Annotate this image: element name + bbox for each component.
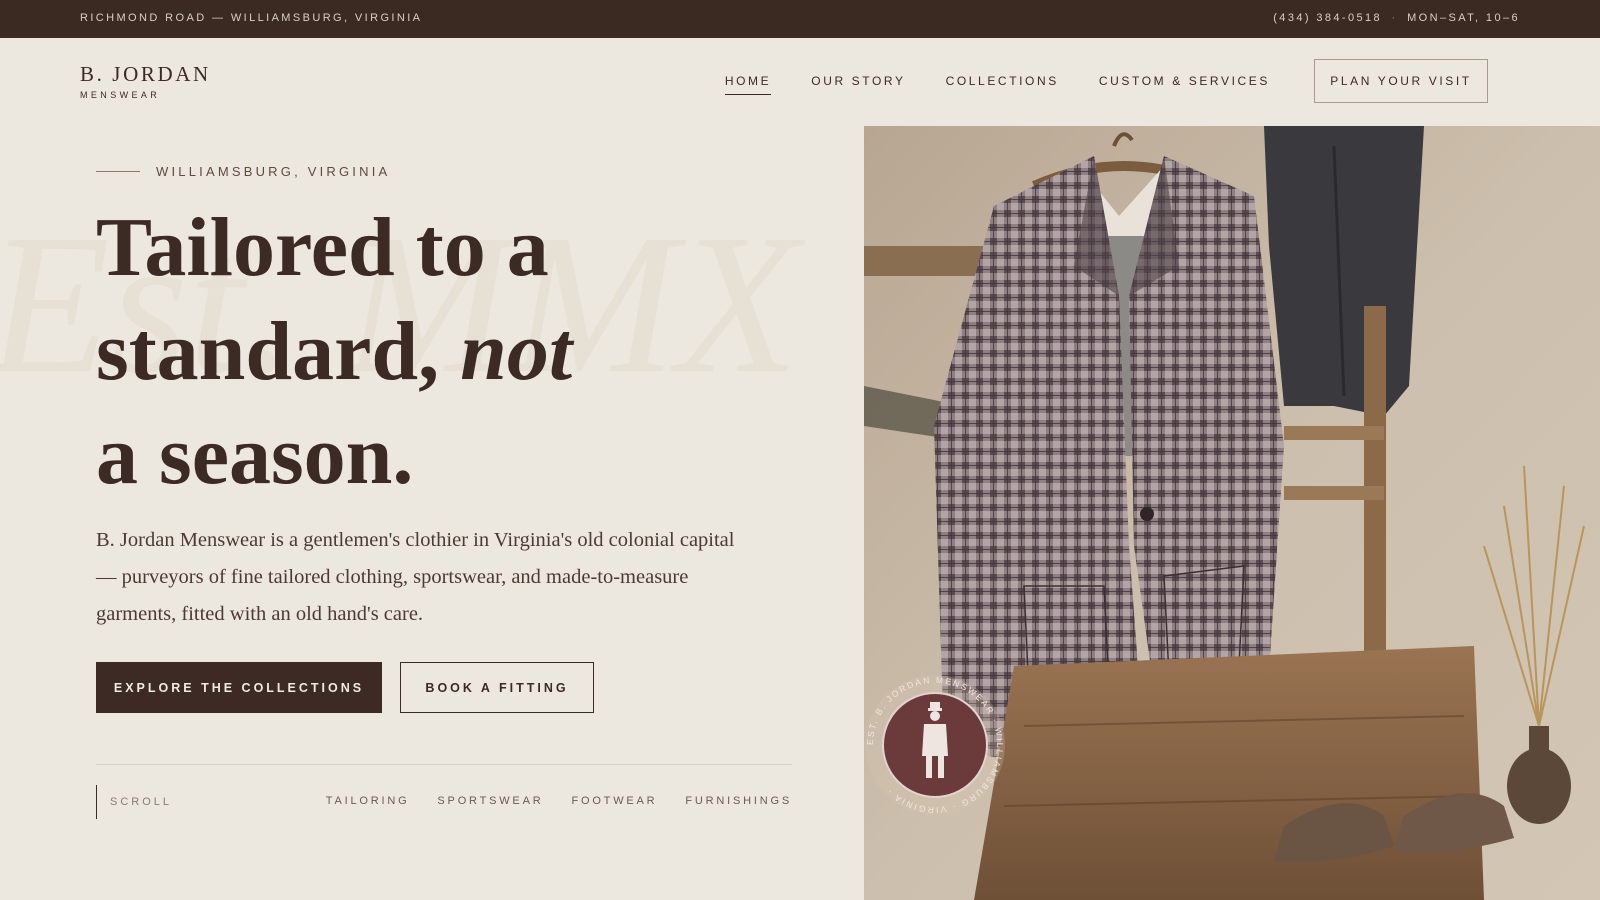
headline-line-2: standard, xyxy=(96,305,461,398)
brand-name: B. JORDAN xyxy=(80,62,211,86)
brand-logo[interactable]: B. JORDAN MENSWEAR xyxy=(80,62,211,100)
category-links: TAILORING SPORTSWEAR FOOTWEAR FURNISHING… xyxy=(298,795,792,807)
opening-hours: MON–SAT, 10–6 xyxy=(1407,12,1520,24)
hero-intro-text: B. Jordan Menswear is a gentlemen's clot… xyxy=(96,529,735,625)
top-info-bar: RICHMOND ROAD — WILLIAMSBURG, VIRGINIA (… xyxy=(0,0,1600,38)
category-footwear[interactable]: FOOTWEAR xyxy=(571,795,657,807)
headline-emphasis: not xyxy=(460,305,573,398)
category-sportswear[interactable]: SPORTSWEAR xyxy=(437,795,543,807)
scroll-indicator[interactable]: SCROLL xyxy=(96,785,172,819)
main-nav: HOME OUR STORY COLLECTIONS CUSTOM & SERV… xyxy=(685,74,1270,95)
nav-custom-services[interactable]: CUSTOM & SERVICES xyxy=(1099,74,1270,95)
hero-eyebrow: WILLIAMSBURG, VIRGINIA xyxy=(96,164,390,179)
book-fitting-button[interactable]: BOOK A FITTING xyxy=(400,662,594,713)
hero-headline: Tailored to a standard, not a season. xyxy=(96,196,816,508)
category-tailoring[interactable]: TAILORING xyxy=(326,795,410,807)
separator-dot: · xyxy=(1391,12,1398,24)
headline-line-1: Tailored to a xyxy=(96,201,549,294)
category-furnishings[interactable]: FURNISHINGS xyxy=(685,795,792,807)
explore-collections-button[interactable]: EXPLORE THE COLLECTIONS xyxy=(96,662,382,713)
headline-line-3: a season. xyxy=(96,409,414,502)
heritage-badge: EST. B. JORDAN MENSWEAR · WILLIAMSBURG ·… xyxy=(864,674,1006,816)
brand-subtitle: MENSWEAR xyxy=(80,90,161,100)
hero-divider xyxy=(96,764,792,765)
site-header: B. JORDAN MENSWEAR HOME OUR STORY COLLEC… xyxy=(0,38,1600,126)
eyebrow-rule xyxy=(96,171,140,172)
plan-visit-button[interactable]: PLAN YOUR VISIT xyxy=(1314,59,1488,103)
badge-emblem: EST. B. JORDAN MENSWEAR · WILLIAMSBURG ·… xyxy=(865,675,1005,815)
phone-number[interactable]: (434) 384-0518 xyxy=(1273,12,1382,24)
nav-our-story[interactable]: OUR STORY xyxy=(811,74,905,95)
contact-hours: (434) 384-0518 · MON–SAT, 10–6 xyxy=(1273,12,1520,24)
nav-home[interactable]: HOME xyxy=(724,74,772,95)
eyebrow-location: WILLIAMSBURG, VIRGINIA xyxy=(156,164,391,179)
nav-collections[interactable]: COLLECTIONS xyxy=(946,74,1059,95)
store-address: RICHMOND ROAD — WILLIAMSBURG, VIRGINIA xyxy=(80,12,423,24)
